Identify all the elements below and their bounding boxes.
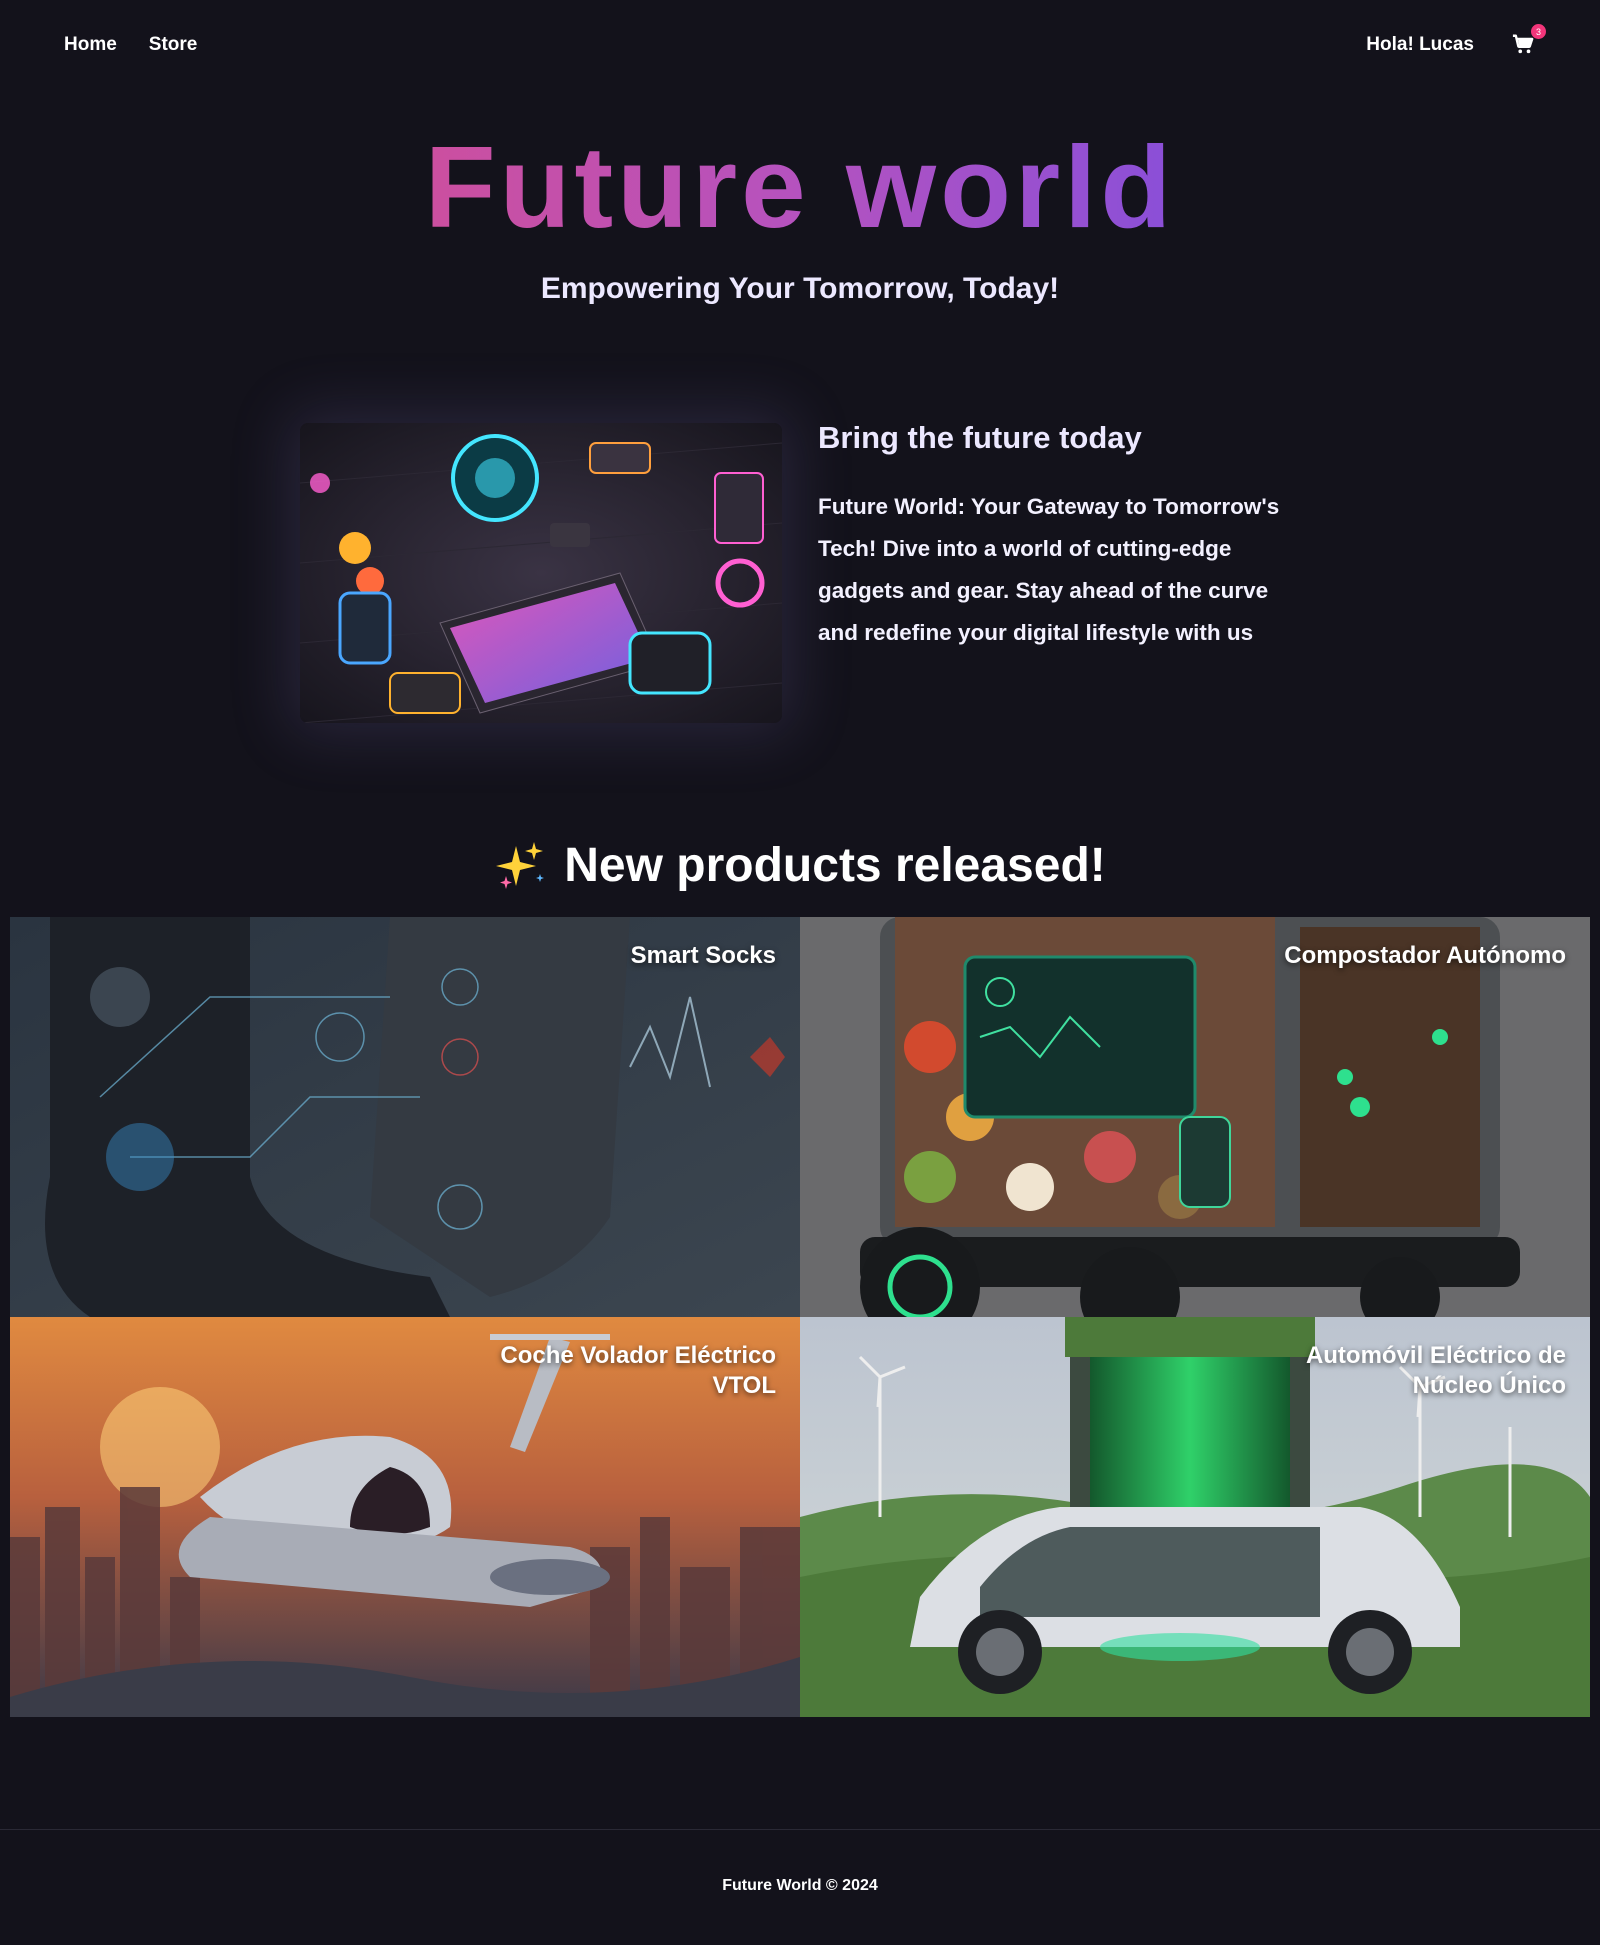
feature-title: Bring the future today [818, 420, 1142, 455]
feature-description: Future World: Your Gateway to Tomorrow's… [818, 494, 1280, 645]
product-title: Coche Volador Eléctrico VTOL [500, 1342, 776, 1399]
nav-user-area: Hola! Lucas 3 [1366, 24, 1546, 57]
cart-count-badge: 3 [1531, 24, 1546, 39]
top-nav: Home Store Hola! Lucas 3 [0, 0, 1600, 90]
page-title: Future world [0, 122, 1600, 252]
shopping-cart-icon [1512, 34, 1534, 54]
cart-button[interactable]: 3 [1512, 24, 1546, 57]
page-title-text: Future world [424, 122, 1176, 252]
product-title: Compostador Autónomo [1284, 942, 1566, 969]
nav-store-link[interactable]: Store [149, 34, 198, 56]
product-card-flying-car[interactable]: Coche Volador Eléctrico VTOL [10, 1317, 800, 1717]
page-subtitle: Empowering Your Tomorrow, Today! [540, 272, 1060, 305]
smart-socks-image [10, 917, 800, 1317]
compostador-image [800, 917, 1590, 1317]
product-card-electric-car[interactable]: Automóvil Eléctrico de Núcleo Único [800, 1317, 1590, 1717]
feature-gadgets-image [300, 423, 782, 723]
new-products-heading: New products released! [0, 838, 1600, 893]
product-title: Smart Socks [630, 942, 776, 969]
user-greeting: Hola! Lucas [1366, 34, 1474, 55]
nav-links: Home Store [64, 34, 197, 56]
product-card-smart-socks[interactable]: Smart Socks [10, 917, 800, 1317]
sparkles-icon [494, 840, 546, 892]
footer-copyright: Future World © 2024 [722, 1877, 878, 1894]
product-title: Automóvil Eléctrico de Núcleo Único [1305, 1342, 1566, 1399]
products-grid: Smart Socks Compostador Autónomo Coche V… [10, 917, 1590, 1717]
nav-home-link[interactable]: Home [64, 34, 117, 56]
new-products-title: New products released! [564, 839, 1106, 892]
footer-divider [0, 1829, 1600, 1830]
product-card-compostador[interactable]: Compostador Autónomo [800, 917, 1590, 1317]
